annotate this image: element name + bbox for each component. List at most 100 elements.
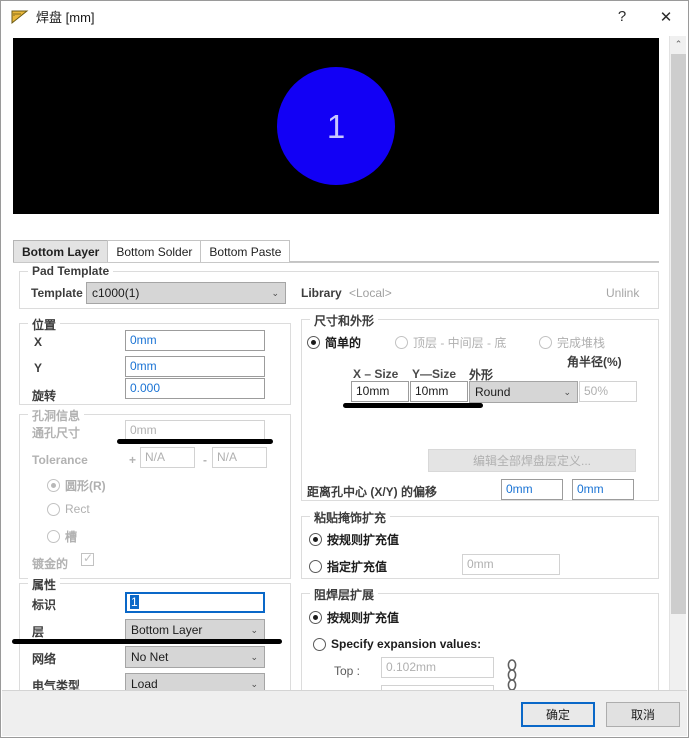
tab-filler (289, 241, 659, 262)
net-select[interactable]: No Net ⌄ (125, 646, 265, 668)
paste-mask-rule-label: 按规则扩充值 (327, 533, 400, 547)
tab-bottom-layer[interactable]: Bottom Layer (13, 240, 109, 262)
radio-dot-icon (309, 533, 322, 546)
window-title-text: 焊盘 (36, 10, 63, 25)
radio-dot-icon (309, 611, 322, 624)
radio-dot-icon (539, 336, 552, 349)
template-label: Template (31, 286, 83, 300)
edit-all-pad-layers-button: 编辑全部焊盘层定义... (428, 449, 636, 472)
pad-properties-dialog: 焊盘 [mm] ? ✕ 1 ⌃ ⌄ Bottom Layer Bottom (0, 0, 689, 738)
net-select-value: No Net (131, 650, 169, 664)
dialog-footer: 确定 取消 (2, 690, 687, 736)
solder-mask-specify-label: Specify expansion values: (331, 637, 482, 651)
help-icon[interactable]: ? (600, 1, 644, 32)
position-legend: 位置 (28, 316, 61, 333)
cancel-button[interactable]: 取消 (606, 702, 680, 727)
scrollbar-thumb[interactable] (671, 54, 686, 614)
hole-offset-y-input[interactable]: 0mm (572, 479, 634, 500)
tolerance-label: Tolerance (32, 453, 88, 467)
solder-mask-rule-label: 按规则扩充值 (327, 611, 400, 625)
close-icon[interactable]: ✕ (644, 1, 688, 32)
radio-dot-icon (395, 336, 408, 349)
tolerance-plus-input: N/A (140, 447, 195, 468)
redaction-bar-hole-size (117, 439, 273, 444)
radio-dot-icon (307, 336, 320, 349)
template-select[interactable]: c1000(1) ⌄ (86, 282, 286, 304)
radio-dot-icon (47, 530, 60, 543)
tolerance-plus-sign: + (129, 453, 137, 467)
tab-bottom-solder[interactable]: Bottom Solder (107, 240, 202, 262)
position-x-input[interactable]: 0mm (125, 330, 265, 351)
window-title: 焊盘 [mm] (36, 7, 95, 26)
tolerance-minus-sign: - (203, 453, 207, 467)
stack-mode-simple-label: 简单的 (325, 336, 362, 350)
checkbox-icon (81, 551, 94, 566)
designator-input-value: 1 (130, 595, 139, 609)
x-size-input[interactable]: 10mm (351, 381, 409, 402)
plated-checkbox (81, 551, 99, 566)
window-title-unit: [mm] (65, 10, 95, 25)
layer-tabs: Bottom Layer Bottom Solder Bottom Paste (13, 240, 659, 263)
corner-radius-input: 50% (579, 381, 637, 402)
tab-bottom-paste[interactable]: Bottom Paste (200, 240, 291, 262)
stack-mode-simple-radio[interactable]: 简单的 (307, 334, 361, 351)
designator-label: 标识 (32, 598, 57, 612)
paste-mask-specify-radio[interactable]: 指定扩充值 (309, 558, 387, 575)
hole-shape-slot-radio: 槽 (47, 528, 77, 545)
solder-mask-specify-radio[interactable]: Specify expansion values: (313, 637, 481, 651)
vertical-scrollbar[interactable]: ⌃ ⌄ (669, 36, 686, 720)
hole-shape-round-radio: 圆形(R) (47, 477, 106, 494)
scroll-up-icon[interactable]: ⌃ (670, 36, 687, 53)
chevron-down-icon: ⌄ (250, 652, 258, 662)
solder-mask-rule-radio[interactable]: 按规则扩充值 (309, 609, 399, 626)
shape-select-value: Round (475, 385, 511, 399)
hole-shape-rect-label: Rect (65, 502, 90, 516)
position-y-input[interactable]: 0mm (125, 356, 265, 377)
position-rotation-input[interactable]: 0.000 (125, 378, 265, 399)
col-corner-radius-header: 角半径(%) (567, 355, 622, 369)
paste-mask-legend: 粘贴掩饰扩充 (310, 509, 391, 526)
radio-dot-icon (313, 637, 326, 651)
position-x-label: X (34, 335, 43, 349)
stack-mode-top-mid-bottom-radio: 顶层 - 中间层 - 底 (395, 334, 506, 351)
radio-dot-icon (47, 479, 60, 492)
dialog-body: 1 ⌃ ⌄ Bottom Layer Bottom Solder Bottom … (1, 33, 688, 737)
library-label: Library (301, 286, 342, 300)
tolerance-minus-input: N/A (212, 447, 267, 468)
chevron-down-icon: ⌄ (563, 387, 571, 397)
hole-info-legend: 孔洞信息 (28, 407, 85, 424)
title-bar: 焊盘 [mm] ? ✕ (1, 1, 688, 33)
pad-tool-icon (11, 9, 29, 25)
paste-mask-rule-radio[interactable]: 按规则扩充值 (309, 531, 399, 548)
hole-size-label: 通孔尺寸 (32, 426, 81, 440)
unlink-button[interactable]: Unlink (606, 286, 639, 300)
properties-legend: 属性 (28, 576, 61, 593)
screen-root: 焊盘 [mm] ? ✕ 1 ⌃ ⌄ Bottom Layer Bottom (0, 0, 689, 738)
paste-mask-specify-label: 指定扩充值 (327, 560, 388, 574)
stack-mode-full-stack-radio: 完成堆栈 (539, 334, 605, 351)
chevron-down-icon: ⌄ (271, 288, 279, 298)
chevron-down-icon: ⌄ (250, 625, 258, 635)
layer-label: 层 (32, 625, 45, 639)
layer-select-value: Bottom Layer (131, 623, 203, 637)
electrical-type-select-value: Load (131, 677, 158, 691)
pad-designator-preview: 1 (326, 107, 346, 145)
hole-offset-x-input[interactable]: 0mm (501, 479, 563, 500)
col-x-size-header: X – Size (353, 367, 399, 381)
col-y-size-header: Y—Size (412, 367, 457, 381)
library-value: <Local> (349, 286, 392, 300)
size-shape-legend: 尺寸和外形 (310, 312, 379, 329)
hole-shape-rect-radio: Rect (47, 502, 90, 516)
y-size-input[interactable]: 10mm (410, 381, 468, 402)
template-select-value: c1000(1) (92, 286, 140, 300)
pad-template-legend: Pad Template (28, 264, 114, 278)
pad-shape-preview: 1 (277, 67, 395, 185)
redaction-bar-size (343, 403, 483, 408)
designator-input[interactable]: 1 (125, 592, 265, 613)
ok-button[interactable]: 确定 (521, 702, 595, 727)
shape-select[interactable]: Round ⌄ (469, 381, 578, 403)
layer-select[interactable]: Bottom Layer ⌄ (125, 619, 265, 641)
position-rotation-label: 旋转 (32, 389, 57, 403)
solder-mask-top-input: 0.102mm (381, 657, 494, 678)
hole-size-input: 0mm (125, 420, 265, 441)
